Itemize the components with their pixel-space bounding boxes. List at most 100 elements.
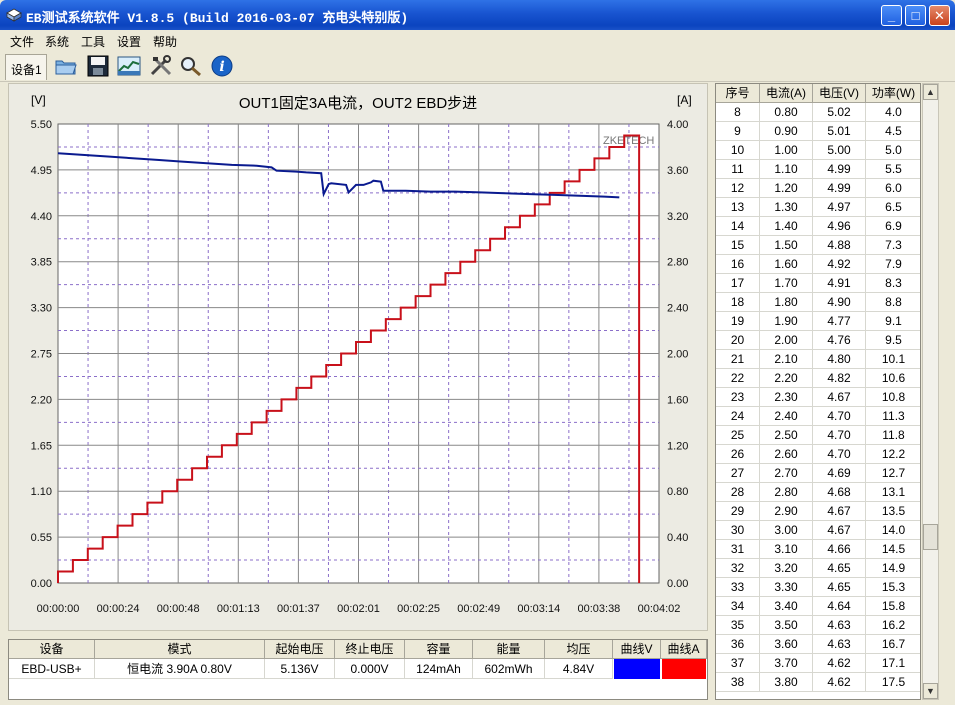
table-row[interactable]: 38 3.80 4.62 17.5 — [716, 673, 920, 692]
row-index: 38 — [716, 673, 760, 692]
row-current: 3.60 — [760, 635, 813, 654]
minimize-button[interactable]: _ — [881, 5, 902, 26]
menu-help[interactable]: 帮助 — [153, 33, 177, 50]
table-row[interactable]: 26 2.60 4.70 12.2 — [716, 445, 920, 464]
tab-device1[interactable]: 设备1 — [5, 54, 47, 80]
row-index: 21 — [716, 350, 760, 369]
row-index: 33 — [716, 578, 760, 597]
table-row[interactable]: 8 0.80 5.02 4.0 — [716, 103, 920, 122]
table-row[interactable]: 31 3.10 4.66 14.5 — [716, 540, 920, 559]
row-index: 9 — [716, 122, 760, 141]
table-row[interactable]: 20 2.00 4.76 9.5 — [716, 331, 920, 350]
y-tick-left: 1.10 — [31, 486, 52, 498]
table-row[interactable]: 17 1.70 4.91 8.3 — [716, 274, 920, 293]
table-row[interactable]: 21 2.10 4.80 10.1 — [716, 350, 920, 369]
row-current: 2.30 — [760, 388, 813, 407]
table-row[interactable]: 12 1.20 4.99 6.0 — [716, 179, 920, 198]
row-voltage: 4.80 — [813, 350, 866, 369]
table-row[interactable]: 29 2.90 4.67 13.5 — [716, 502, 920, 521]
table-row[interactable]: 25 2.50 4.70 11.8 — [716, 426, 920, 445]
row-power: 10.1 — [866, 350, 920, 369]
menu-file[interactable]: 文件 — [10, 33, 34, 50]
search-icon[interactable] — [178, 54, 204, 78]
summary-col-device: 设备 — [9, 640, 95, 659]
table-row[interactable]: 23 2.30 4.67 10.8 — [716, 388, 920, 407]
menu-system[interactable]: 系统 — [45, 33, 69, 50]
curve-v-color-swatch[interactable] — [614, 659, 660, 679]
row-voltage: 4.67 — [813, 521, 866, 540]
row-voltage: 4.62 — [813, 673, 866, 692]
row-power: 16.2 — [866, 616, 920, 635]
menu-bar: 文件 系统 工具 设置 帮助 — [0, 30, 955, 50]
menu-settings[interactable]: 设置 — [117, 33, 141, 50]
save-icon[interactable] — [85, 54, 111, 78]
row-current: 0.80 — [760, 103, 813, 122]
table-row[interactable]: 16 1.60 4.92 7.9 — [716, 255, 920, 274]
title-bar: EB测试系统软件 V1.8.5 (Build 2016-03-07 充电头特别版… — [0, 0, 955, 30]
table-row[interactable]: 37 3.70 4.62 17.1 — [716, 654, 920, 673]
row-current: 2.60 — [760, 445, 813, 464]
scroll-up-icon[interactable]: ▲ — [923, 84, 938, 100]
table-row[interactable]: 24 2.40 4.70 11.3 — [716, 407, 920, 426]
table-row[interactable]: 14 1.40 4.96 6.9 — [716, 217, 920, 236]
menu-tools[interactable]: 工具 — [81, 33, 105, 50]
row-voltage: 4.92 — [813, 255, 866, 274]
table-row[interactable]: 13 1.30 4.97 6.5 — [716, 198, 920, 217]
col-voltage[interactable]: 电压(V) — [813, 84, 866, 103]
app-icon — [6, 8, 22, 22]
table-row[interactable]: 33 3.30 4.65 15.3 — [716, 578, 920, 597]
table-row[interactable]: 36 3.60 4.63 16.7 — [716, 635, 920, 654]
col-power[interactable]: 功率(W) — [866, 84, 920, 103]
table-row[interactable]: 18 1.80 4.90 8.8 — [716, 293, 920, 312]
row-voltage: 4.64 — [813, 597, 866, 616]
table-row[interactable]: 34 3.40 4.64 15.8 — [716, 597, 920, 616]
y-tick-right: 3.20 — [667, 211, 688, 223]
row-index: 29 — [716, 502, 760, 521]
table-row[interactable]: 27 2.70 4.69 12.7 — [716, 464, 920, 483]
table-row[interactable]: 22 2.20 4.82 10.6 — [716, 369, 920, 388]
table-row[interactable]: 35 3.50 4.63 16.2 — [716, 616, 920, 635]
table-row[interactable]: 19 1.90 4.77 9.1 — [716, 312, 920, 331]
curve-a-color-swatch[interactable] — [662, 659, 706, 679]
scroll-thumb[interactable] — [923, 524, 938, 550]
summary-col-curve-v: 曲线V — [613, 640, 661, 659]
right-axis-unit: [A] — [677, 93, 692, 107]
close-button[interactable]: ✕ — [929, 5, 950, 26]
table-header: 序号 电流(A) 电压(V) 功率(W) — [716, 84, 920, 103]
table-row[interactable]: 32 3.20 4.65 14.9 — [716, 559, 920, 578]
table-row[interactable]: 10 1.00 5.00 5.0 — [716, 141, 920, 160]
summary-device: EBD-USB+ — [9, 659, 95, 679]
row-current: 2.50 — [760, 426, 813, 445]
row-power: 13.1 — [866, 483, 920, 502]
row-current: 2.00 — [760, 331, 813, 350]
table-scrollbar[interactable]: ▲ ▼ — [922, 83, 939, 700]
summary-end-voltage: 0.000V — [335, 659, 405, 679]
row-current: 2.20 — [760, 369, 813, 388]
row-voltage: 4.62 — [813, 654, 866, 673]
y-tick-left: 1.65 — [31, 440, 52, 452]
chart-view-icon[interactable] — [116, 54, 142, 78]
scroll-down-icon[interactable]: ▼ — [923, 683, 938, 699]
chart-watermark: ZKETECH — [603, 135, 654, 147]
col-index[interactable]: 序号 — [716, 84, 760, 103]
info-icon[interactable]: i — [209, 54, 235, 78]
row-index: 27 — [716, 464, 760, 483]
col-current[interactable]: 电流(A) — [760, 84, 813, 103]
x-tick: 00:00:48 — [157, 603, 200, 615]
row-power: 15.8 — [866, 597, 920, 616]
open-folder-icon[interactable] — [53, 54, 79, 78]
row-current: 1.10 — [760, 160, 813, 179]
row-voltage: 4.90 — [813, 293, 866, 312]
maximize-button[interactable]: □ — [905, 5, 926, 26]
summary-col-capacity: 容量 — [405, 640, 473, 659]
y-tick-right: 3.60 — [667, 165, 688, 177]
table-row[interactable]: 30 3.00 4.67 14.0 — [716, 521, 920, 540]
table-row[interactable]: 9 0.90 5.01 4.5 — [716, 122, 920, 141]
row-current: 3.20 — [760, 559, 813, 578]
row-current: 1.90 — [760, 312, 813, 331]
table-row[interactable]: 28 2.80 4.68 13.1 — [716, 483, 920, 502]
summary-col-mode: 模式 — [95, 640, 265, 659]
table-row[interactable]: 11 1.10 4.99 5.5 — [716, 160, 920, 179]
table-row[interactable]: 15 1.50 4.88 7.3 — [716, 236, 920, 255]
tools-icon[interactable] — [148, 54, 174, 78]
